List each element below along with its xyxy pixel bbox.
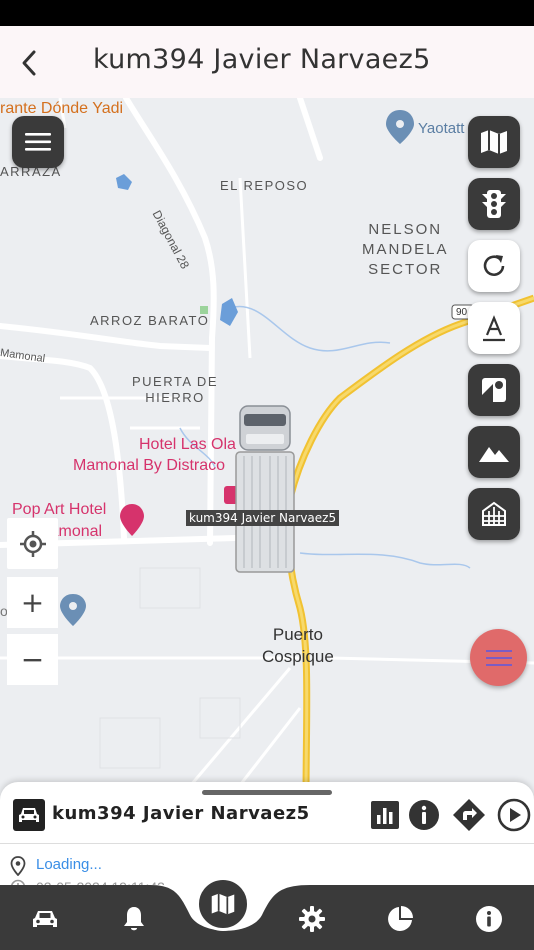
menu-button[interactable] (12, 116, 64, 168)
vehicle-map-label: kum394 Javier Narvaez5 (186, 510, 340, 526)
text-label-icon (483, 315, 505, 342)
nav-reports[interactable] (385, 904, 415, 934)
panel-divider (0, 843, 534, 844)
nav-alerts[interactable] (119, 904, 149, 934)
info-icon (476, 906, 502, 932)
refresh-button[interactable] (468, 240, 520, 292)
floating-menu-button[interactable] (470, 629, 527, 686)
page-title: kum394 Javier Narvaez5 (93, 44, 431, 75)
vehicle-marker[interactable] (234, 404, 296, 574)
pie-chart-icon (388, 906, 413, 931)
header-bar: kum394 Javier Narvaez5 (0, 26, 534, 98)
directions-button[interactable] (452, 798, 486, 832)
nav-notch (0, 885, 534, 950)
nav-map[interactable] (196, 877, 250, 931)
map-type-button[interactable] (468, 116, 520, 168)
play-button[interactable] (497, 798, 531, 832)
truck-icon (235, 405, 295, 573)
map-view[interactable]: rante Dónde Yadi Yaotatt ARRAZA EL REPOS… (0, 98, 534, 798)
nav-info[interactable] (474, 904, 504, 934)
refresh-icon (483, 255, 505, 276)
info-button[interactable] (407, 798, 441, 832)
map-layers-button[interactable] (468, 364, 520, 416)
bell-icon (124, 907, 144, 931)
info-icon (409, 800, 439, 830)
report-button[interactable] (368, 798, 402, 832)
grid-button[interactable] (468, 488, 520, 540)
bottom-nav (0, 885, 534, 950)
terrain-button[interactable] (468, 426, 520, 478)
map-icon (211, 893, 235, 915)
traffic-button[interactable] (468, 178, 520, 230)
hamburger-icon (25, 133, 51, 151)
directions-icon (453, 799, 485, 831)
zoom-in-button[interactable]: + (7, 577, 58, 628)
status-bar (0, 0, 534, 26)
panel-drag-handle[interactable] (202, 790, 332, 795)
back-button[interactable] (14, 48, 44, 78)
location-pin-icon (10, 856, 26, 880)
text-label-button[interactable] (468, 302, 520, 354)
hamburger-icon (485, 649, 512, 666)
traffic-icon (482, 190, 506, 218)
chevron-left-icon (22, 50, 36, 76)
nav-settings[interactable] (297, 904, 327, 934)
grid-icon (482, 501, 506, 526)
terrain-icon (479, 447, 509, 462)
map-layers-icon (482, 378, 506, 402)
location-text: Loading... (36, 856, 102, 873)
zoom-out-button[interactable]: − (7, 634, 58, 685)
nav-vehicles[interactable] (30, 904, 60, 934)
crosshair-icon (19, 530, 46, 557)
map-type-icon (481, 130, 507, 154)
car-icon (13, 799, 45, 831)
settings-icon (299, 906, 325, 932)
play-icon (497, 798, 531, 832)
app-root: kum394 Javier Narvaez5 rante Dónde Yadi … (0, 0, 534, 950)
my-location-button[interactable] (7, 518, 58, 569)
bar-chart-icon (371, 801, 399, 829)
vehicle-name: kum394 Javier Narvaez5 (52, 803, 310, 824)
car-icon (33, 911, 57, 927)
